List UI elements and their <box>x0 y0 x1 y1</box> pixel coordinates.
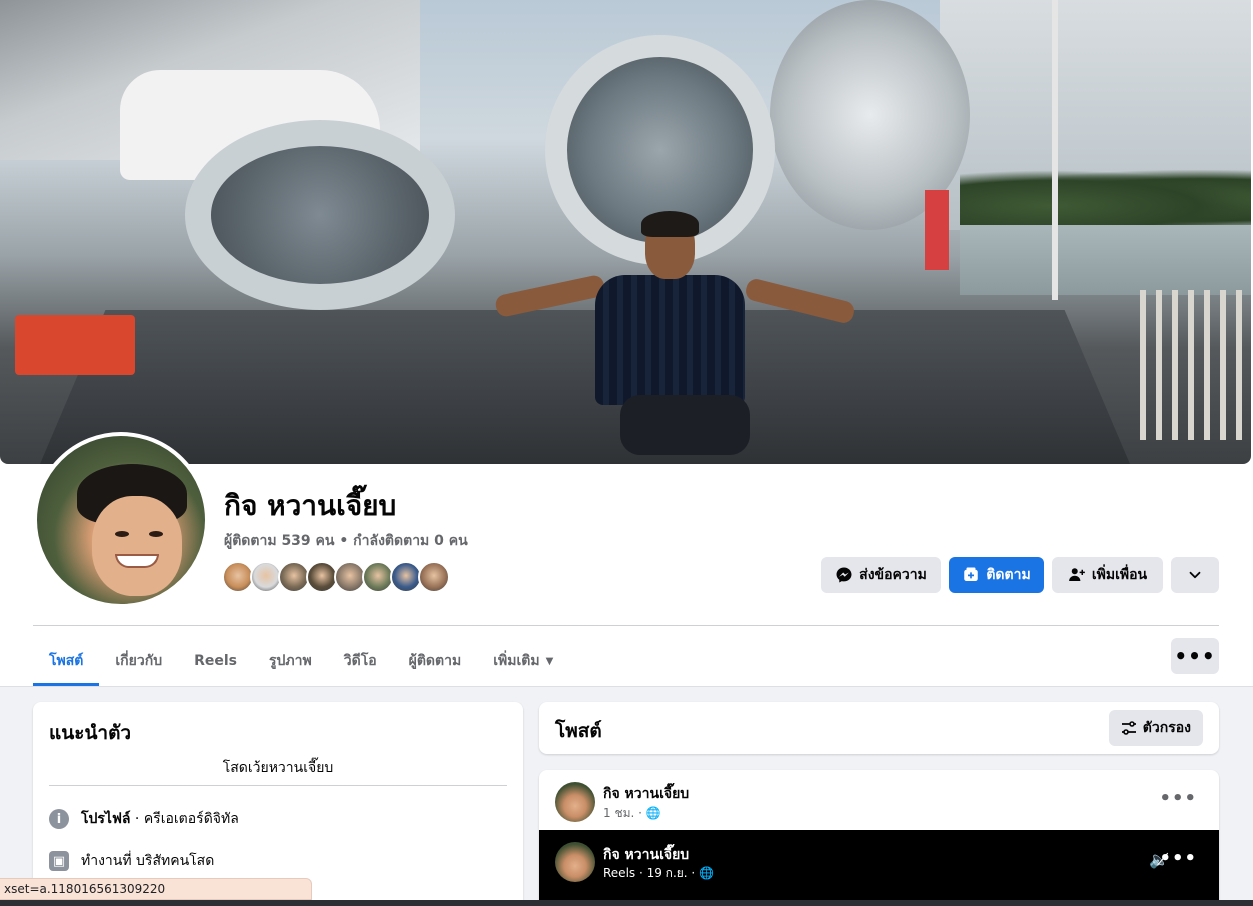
follower-count[interactable]: ผู้ติดตาม 539 คน • กำลังติดตาม 0 คน <box>224 530 468 552</box>
cover-person <box>575 211 765 464</box>
tab-label: เพิ่มเติม <box>493 653 540 669</box>
post-author-name[interactable]: กิจ หวานเจี๊ยบ <box>603 783 689 805</box>
tab-label: วิดีโอ <box>343 653 377 669</box>
tab-label: ผู้ติดตาม <box>408 653 462 669</box>
add-friend-icon <box>1069 568 1085 581</box>
reel-options-icon[interactable]: ••• <box>1159 848 1197 869</box>
intro-work-text[interactable]: ทำงานที่ บริสัทคนโสด <box>81 850 214 872</box>
profile-avatar[interactable] <box>33 432 209 608</box>
more-actions-button[interactable] <box>1171 557 1219 593</box>
profile-category: · ครีเอเตอร์ดิจิทัล <box>130 811 239 827</box>
profile-name: กิจ หวานเจี๊ยบ <box>224 489 397 522</box>
filter-icon <box>1121 721 1136 735</box>
cover-river <box>960 225 1251 295</box>
posts-title: โพสต์ <box>555 720 602 742</box>
tab-label: รูปภาพ <box>269 653 312 669</box>
intro-profile-row: i โปรไฟล์ · ครีเอเตอร์ดิจิทัล <box>49 808 239 830</box>
intro-divider <box>49 785 507 786</box>
profile-label: โปรไฟล์ <box>81 811 131 827</box>
chevron-down-icon <box>1189 571 1201 579</box>
cover-flag <box>925 190 949 270</box>
tab-about[interactable]: เกี่ยวกับ <box>99 636 178 686</box>
follow-label: ติดตาม <box>986 567 1031 583</box>
info-icon: i <box>49 809 69 829</box>
status-bar-url: xset=a.118016561309220 <box>0 878 312 900</box>
message-button[interactable]: ส่งข้อความ <box>821 557 941 593</box>
follow-icon <box>964 567 979 581</box>
reel-meta[interactable]: Reels · 19 ก.ย. · 🌐 <box>603 864 714 883</box>
follow-button[interactable]: ติดตาม <box>949 557 1044 593</box>
follower-avatars[interactable] <box>222 561 450 593</box>
cover-pole <box>1052 0 1058 300</box>
tab-label: Reels <box>194 653 237 669</box>
profile-tabs: โพสต์ เกี่ยวกับ Reels รูปภาพ วิดีโอ ผู้ต… <box>33 636 569 686</box>
intro-card: แนะนำตัว โสดเว้ยหวานเจี๊ยบ i โปรไฟล์ · ค… <box>33 702 523 906</box>
caret-down-icon: ▼ <box>545 655 554 667</box>
cover-trees <box>960 170 1251 230</box>
reel-author-avatar[interactable] <box>555 842 595 882</box>
posts-header-card: โพสต์ ตัวกรอง <box>539 702 1219 754</box>
intro-profile-text: โปรไฟล์ · ครีเอเตอร์ดิจิทัล <box>81 808 239 830</box>
cover-railing <box>1140 290 1251 440</box>
tab-label: โพสต์ <box>49 653 84 669</box>
message-label: ส่งข้อความ <box>859 567 927 583</box>
add-friend-button[interactable]: เพิ่มเพื่อน <box>1052 557 1163 593</box>
tab-reels[interactable]: Reels <box>178 636 253 686</box>
cover-photo[interactable] <box>0 0 1251 464</box>
cover-cooler <box>15 315 135 375</box>
header-divider <box>33 625 1219 626</box>
follower-avatar[interactable] <box>418 561 450 593</box>
tab-more[interactable]: เพิ่มเติม ▼ <box>477 636 569 686</box>
filter-button[interactable]: ตัวกรอง <box>1108 710 1203 746</box>
tabs-more-button[interactable]: ••• <box>1171 638 1219 674</box>
add-friend-label: เพิ่มเพื่อน <box>1091 567 1148 583</box>
taskbar-strip <box>0 900 1253 906</box>
post-options-icon[interactable]: ••• <box>1159 788 1197 809</box>
intro-title: แนะนำตัว <box>49 722 132 744</box>
more-actions[interactable] <box>1171 557 1219 593</box>
tab-photos[interactable]: รูปภาพ <box>253 636 328 686</box>
post-meta[interactable]: 1 ชม. · 🌐 <box>603 804 661 823</box>
tab-label: เกี่ยวกับ <box>115 653 163 669</box>
tab-posts[interactable]: โพสต์ <box>33 636 100 686</box>
reel-author-name[interactable]: กิจ หวานเจี๊ยบ <box>603 844 689 866</box>
filter-label: ตัวกรอง <box>1142 720 1191 736</box>
cover-sculpture-ring <box>185 120 455 310</box>
post-author-avatar[interactable] <box>555 782 595 822</box>
briefcase-icon: ▣ <box>49 851 69 871</box>
add-friend-action[interactable]: เพิ่มเพื่อน <box>1052 557 1163 593</box>
ellipsis-icon: ••• <box>1174 644 1216 668</box>
reel-preview[interactable]: กิจ หวานเจี๊ยบ Reels · 19 ก.ย. · 🌐 🔈̸ ••… <box>539 830 1219 906</box>
tab-followers[interactable]: ผู้ติดตาม <box>393 636 478 686</box>
tab-videos[interactable]: วิดีโอ <box>328 636 393 686</box>
intro-bio: โสดเว้ยหวานเจี๊ยบ <box>222 760 334 776</box>
messenger-icon <box>836 567 852 583</box>
intro-work-row: ▣ ทำงานที่ บริสัทคนโสด <box>49 850 214 872</box>
post-card: กิจ หวานเจี๊ยบ 1 ชม. · 🌐 ••• กิจ หวานเจี… <box>539 770 1219 906</box>
message-action[interactable]: ส่งข้อความ <box>821 557 941 593</box>
follow-action[interactable]: ติดตาม <box>949 557 1044 593</box>
